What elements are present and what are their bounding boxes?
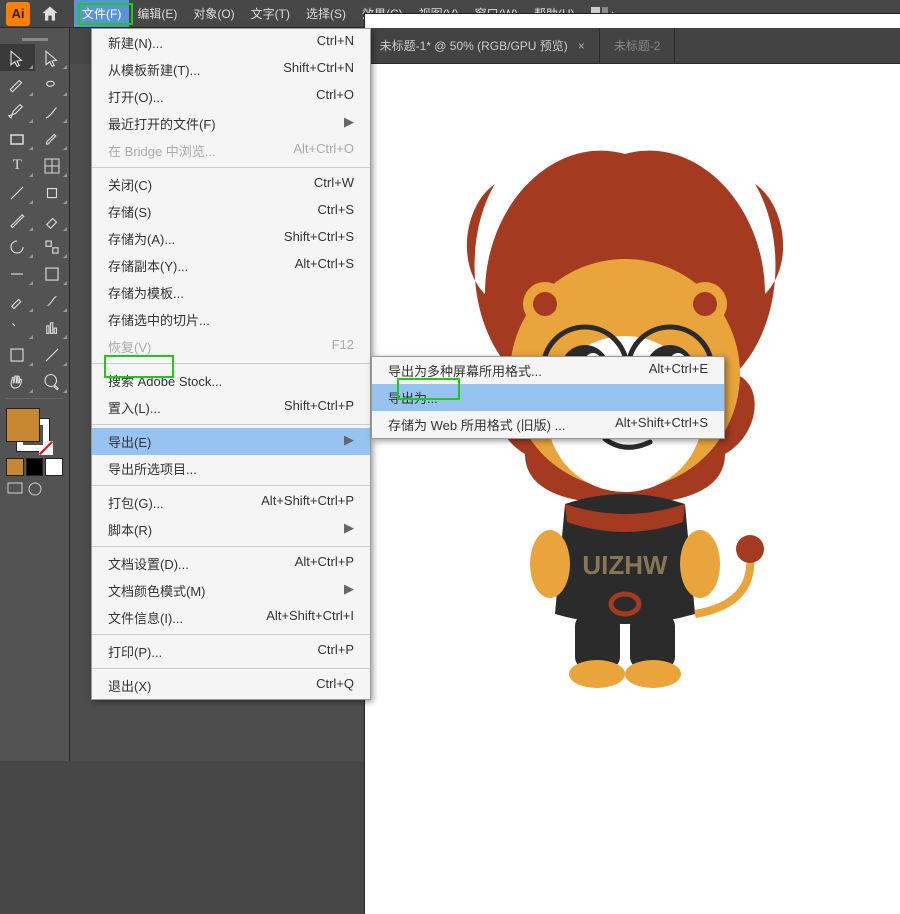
menu-item[interactable]: 存储为模板... [92, 279, 370, 306]
menu-item[interactable]: 文档颜色模式(M)▶ [92, 577, 370, 604]
rect-tool[interactable] [0, 125, 35, 152]
shape-builder-tool[interactable] [35, 179, 70, 206]
draw-mode-icon[interactable] [26, 480, 44, 498]
color-swatch[interactable] [0, 402, 69, 504]
menu-item[interactable]: 退出(X)Ctrl+Q [92, 672, 370, 699]
menu-item[interactable]: 打印(P)...Ctrl+P [92, 638, 370, 665]
scale-tool[interactable] [35, 233, 70, 260]
curvature-tool[interactable] [35, 98, 70, 125]
menu-item[interactable]: 文档设置(D)...Alt+Ctrl+P [92, 550, 370, 577]
menu-对象[interactable]: 对象(O) [185, 0, 242, 27]
svg-text:UIZHW: UIZHW [582, 550, 668, 580]
submenu-item[interactable]: 存储为 Web 所用格式 (旧版) ...Alt+Shift+Ctrl+S [372, 411, 724, 438]
menu-item[interactable]: 从模板新建(T)...Shift+Ctrl+N [92, 56, 370, 83]
swatch-chip[interactable] [26, 458, 44, 476]
paintbrush-tool[interactable] [35, 125, 70, 152]
artboard-tool[interactable] [0, 341, 35, 368]
menu-文件[interactable]: 文件(F) [74, 0, 129, 27]
toolbar: T [0, 28, 70, 761]
menu-item[interactable]: 置入(L)...Shift+Ctrl+P [92, 394, 370, 421]
submenu-item[interactable]: 导出为多种屏幕所用格式...Alt+Ctrl+E [372, 357, 724, 384]
line-tool[interactable] [0, 179, 35, 206]
type-tool[interactable]: T [0, 152, 35, 179]
document-tab[interactable]: 未标题-1* @ 50% (RGB/GPU 预览)× [366, 28, 600, 63]
pencil-tool[interactable] [0, 206, 35, 233]
menu-item[interactable]: 导出(E)▶ [92, 428, 370, 455]
direct-select-tool[interactable] [35, 44, 70, 71]
menu-编辑[interactable]: 编辑(E) [129, 0, 185, 27]
document-tab[interactable]: 未标题-2 [600, 28, 676, 63]
zoom-tool[interactable] [35, 368, 70, 395]
artboard[interactable]: UIZHW [365, 14, 900, 914]
menu-文字[interactable]: 文字(T) [243, 0, 298, 27]
toolbar-grip[interactable] [0, 34, 69, 44]
menu-item: 恢复(V)F12 [92, 333, 370, 360]
menu-item: 在 Bridge 中浏览...Alt+Ctrl+O [92, 137, 370, 164]
menu-选择[interactable]: 选择(S) [298, 0, 354, 27]
menu-item[interactable]: 文件信息(I)...Alt+Shift+Ctrl+I [92, 604, 370, 631]
close-icon[interactable]: × [578, 39, 585, 53]
export-submenu: 导出为多种屏幕所用格式...Alt+Ctrl+E导出为...存储为 Web 所用… [371, 356, 725, 439]
rotate-tool[interactable] [0, 233, 35, 260]
menu-item[interactable]: 打开(O)...Ctrl+O [92, 83, 370, 110]
blend-tool[interactable] [35, 287, 70, 314]
menu-item[interactable]: 关闭(C)Ctrl+W [92, 171, 370, 198]
menu-item[interactable]: 存储为(A)...Shift+Ctrl+S [92, 225, 370, 252]
menu-item[interactable]: 导出所选项目... [92, 455, 370, 482]
file-menu-dropdown: 新建(N)...Ctrl+N从模板新建(T)...Shift+Ctrl+N打开(… [91, 28, 371, 700]
swatch-chip[interactable] [6, 458, 24, 476]
eyedropper-tool[interactable] [0, 287, 35, 314]
screen-mode-icon[interactable] [6, 480, 24, 498]
hand-tool[interactable] [0, 368, 35, 395]
magic-wand-tool[interactable] [0, 71, 35, 98]
free-transform-tool[interactable] [35, 260, 70, 287]
column-graph-tool[interactable] [35, 314, 70, 341]
menu-item[interactable]: 存储选中的切片... [92, 306, 370, 333]
symbol-spray-tool[interactable] [0, 314, 35, 341]
menu-item[interactable]: 最近打开的文件(F)▶ [92, 110, 370, 137]
swatch-chip[interactable] [45, 458, 63, 476]
menu-item[interactable]: 新建(N)...Ctrl+N [92, 29, 370, 56]
menu-item[interactable]: 存储(S)Ctrl+S [92, 198, 370, 225]
fill-swatch[interactable] [6, 408, 40, 442]
home-icon[interactable] [40, 4, 60, 24]
grid-tool[interactable] [35, 152, 70, 179]
lasso-tool[interactable] [35, 71, 70, 98]
menu-item[interactable]: 存储副本(Y)...Alt+Ctrl+S [92, 252, 370, 279]
menu-item[interactable]: 打包(G)...Alt+Shift+Ctrl+P [92, 489, 370, 516]
width-tool[interactable] [0, 260, 35, 287]
eraser-tool[interactable] [35, 206, 70, 233]
selection-tool[interactable] [0, 44, 35, 71]
menu-item[interactable]: 搜索 Adobe Stock... [92, 367, 370, 394]
app-logo: Ai [6, 2, 30, 26]
submenu-item[interactable]: 导出为... [372, 384, 724, 411]
menu-item[interactable]: 脚本(R)▶ [92, 516, 370, 543]
pen-tool[interactable] [0, 98, 35, 125]
slice-tool[interactable] [35, 341, 70, 368]
